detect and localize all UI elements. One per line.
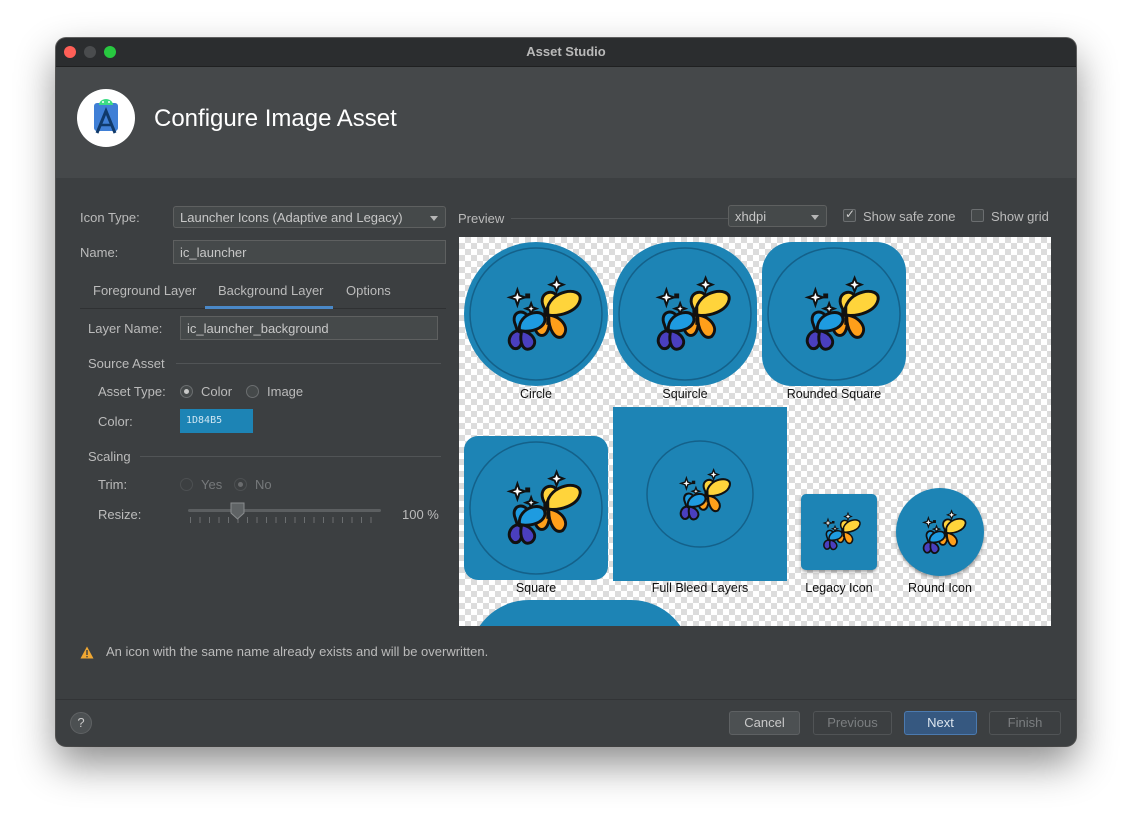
resize-slider-ticks — [190, 517, 380, 523]
previous-button[interactable]: Previous — [813, 711, 892, 735]
finish-button[interactable]: Finish — [989, 711, 1061, 735]
show-grid-label[interactable]: Show grid — [991, 209, 1049, 224]
warning-text: An icon with the same name already exist… — [106, 644, 489, 659]
cancel-button[interactable]: Cancel — [729, 711, 800, 735]
warning-icon — [80, 646, 94, 659]
asset-type-label: Asset Type: — [98, 384, 166, 399]
source-asset-divider — [176, 363, 441, 364]
name-input[interactable]: ic_launcher — [173, 240, 446, 264]
round-icon-preview — [896, 488, 984, 576]
layer-name-input[interactable]: ic_launcher_background — [180, 316, 438, 340]
full-bleed-icon-preview — [613, 407, 787, 581]
preview-canvas: Circle Squircle Rounded Square Square Fu… — [459, 237, 1051, 626]
icon-type-label: Icon Type: — [80, 210, 140, 225]
title-bar: Asset Studio — [56, 38, 1076, 67]
squircle-icon-preview — [613, 242, 757, 386]
square-caption: Square — [515, 581, 557, 595]
footer-divider — [56, 699, 1076, 700]
resize-label: Resize: — [98, 507, 142, 522]
asset-type-image-label[interactable]: Image — [267, 384, 303, 399]
scaling-divider — [140, 456, 441, 457]
color-label: Color: — [98, 414, 133, 429]
name-label: Name: — [80, 245, 119, 260]
resize-slider-track[interactable] — [188, 509, 381, 512]
asset-studio-window: Asset Studio Configure Image Asset Icon … — [56, 38, 1076, 746]
rounded-square-icon-preview — [762, 242, 906, 386]
density-value: xhdpi — [735, 209, 767, 224]
tab-options[interactable]: Options — [346, 283, 391, 307]
help-button[interactable]: ? — [70, 712, 92, 734]
circle-icon-preview — [464, 242, 608, 386]
squircle-caption: Squircle — [662, 387, 708, 401]
rounded-square-caption: Rounded Square — [786, 387, 882, 401]
preview-heading: Preview — [458, 211, 505, 226]
asset-type-color-radio[interactable] — [180, 385, 193, 398]
trim-yes-label[interactable]: Yes — [201, 477, 222, 492]
icon-type-value: Launcher Icons (Adaptive and Legacy) — [180, 210, 403, 225]
page-title: Configure Image Asset — [154, 105, 397, 132]
tab-foreground-layer[interactable]: Foreground Layer — [93, 283, 196, 307]
scaling-heading: Scaling — [88, 449, 131, 464]
cropped-icon-preview — [469, 600, 691, 626]
circle-caption: Circle — [520, 387, 552, 401]
show-safe-zone-label[interactable]: Show safe zone — [863, 209, 956, 224]
android-studio-icon — [77, 89, 135, 147]
chevron-down-icon — [430, 216, 438, 221]
asset-type-color-label[interactable]: Color — [201, 384, 232, 399]
resize-value: 100 % — [402, 507, 439, 522]
show-grid-checkbox[interactable] — [971, 209, 984, 222]
trim-label: Trim: — [98, 477, 128, 492]
source-asset-heading: Source Asset — [88, 356, 165, 371]
asset-type-image-radio[interactable] — [246, 385, 259, 398]
next-button[interactable]: Next — [904, 711, 977, 735]
window-title: Asset Studio — [526, 44, 606, 59]
icon-type-dropdown[interactable]: Launcher Icons (Adaptive and Legacy) — [173, 206, 446, 228]
density-dropdown[interactable]: xhdpi — [728, 205, 827, 227]
color-swatch[interactable]: 1D84B5 — [180, 409, 253, 433]
legacy-icon-preview — [801, 494, 877, 570]
selected-tab-indicator — [205, 306, 333, 309]
trim-no-label[interactable]: No — [255, 477, 272, 492]
tab-background-layer[interactable]: Background Layer — [218, 283, 324, 307]
preview-divider — [511, 218, 741, 219]
round-icon-caption: Round Icon — [908, 581, 972, 595]
full-bleed-caption: Full Bleed Layers — [651, 581, 749, 595]
legacy-icon-caption: Legacy Icon — [805, 581, 873, 595]
wizard-header: Configure Image Asset — [56, 67, 1076, 178]
trim-yes-radio[interactable] — [180, 478, 193, 491]
resize-slider-thumb[interactable] — [230, 502, 245, 520]
trim-no-radio[interactable] — [234, 478, 247, 491]
chevron-down-icon — [811, 215, 819, 220]
show-safe-zone-checkbox[interactable] — [843, 207, 856, 222]
layer-name-label: Layer Name: — [88, 321, 163, 336]
square-icon-preview — [464, 436, 608, 580]
